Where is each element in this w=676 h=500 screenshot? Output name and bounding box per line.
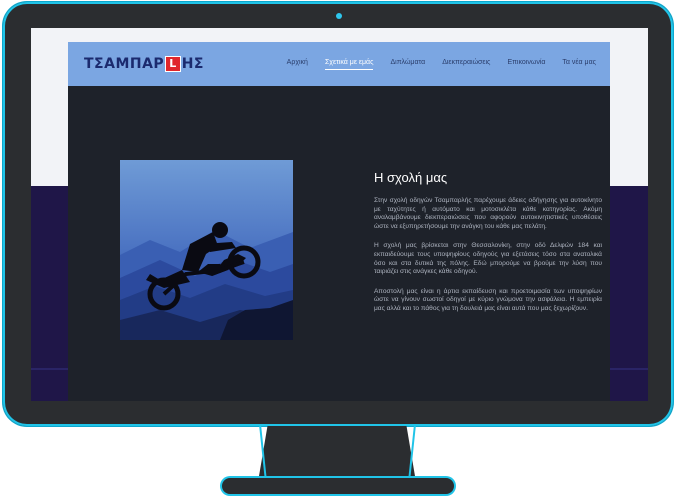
nav-home[interactable]: Αρχική [287, 59, 308, 70]
monitor-frame: ΤΣΑΜΠΑΡ L ΗΣ Αρχική Σχετικά με εμάς Διπλώμ… [3, 2, 673, 426]
monitor-screen: ΤΣΑΜΠΑΡ L ΗΣ Αρχική Σχετικά με εμάς Διπλώμ… [31, 28, 648, 401]
nav-news[interactable]: Τα νέα μας [562, 59, 596, 70]
band-divider-right [610, 368, 648, 370]
website: ΤΣΑΜΠΑΡ L ΗΣ Αρχική Σχετικά με εμάς Διπλώμ… [68, 42, 610, 401]
nav-procedures[interactable]: Διεκπεραιώσεις [442, 59, 490, 70]
site-logo[interactable]: ΤΣΑΜΠΑΡ L ΗΣ [84, 55, 204, 73]
nav-about[interactable]: Σχετικά με εμάς [324, 59, 374, 70]
about-paragraph: Η σχολή μας βρίσκεται στην Θεσσαλονίκη, … [374, 242, 602, 276]
main-nav: Αρχική Σχετικά με εμάς Διπλώματα Διεκπερ… [270, 59, 596, 70]
about-heading: Η σχολή μας [374, 170, 448, 185]
navbar: ΤΣΑΜΠΑΡ L ΗΣ Αρχική Σχετικά με εμάς Διπλώμ… [68, 42, 610, 86]
about-paragraph: Αποστολή μας είναι η άρτια εκπαίδευση κα… [374, 287, 602, 312]
about-paragraph: Στην σχολή οδηγών Τσαμπαρλής παρέχουμε ά… [374, 197, 602, 230]
monitor-stand [258, 426, 416, 482]
motocross-photo [120, 160, 293, 340]
about-section: Η σχολή μας Στην σχολή οδηγών Τσαμπαρλής… [374, 170, 602, 325]
nav-contact[interactable]: Επικοινωνία [507, 59, 545, 70]
logo-text-end: ΗΣ [181, 56, 204, 72]
band-divider-left [31, 368, 68, 370]
nav-licenses[interactable]: Διπλώματα [390, 59, 425, 70]
logo-text-start: ΤΣΑΜΠΑΡ [84, 56, 165, 72]
logo-l-plate: L [165, 56, 181, 72]
monitor-base [222, 478, 454, 494]
webcam-dot [336, 13, 342, 19]
motocross-rider-icon [120, 160, 293, 340]
